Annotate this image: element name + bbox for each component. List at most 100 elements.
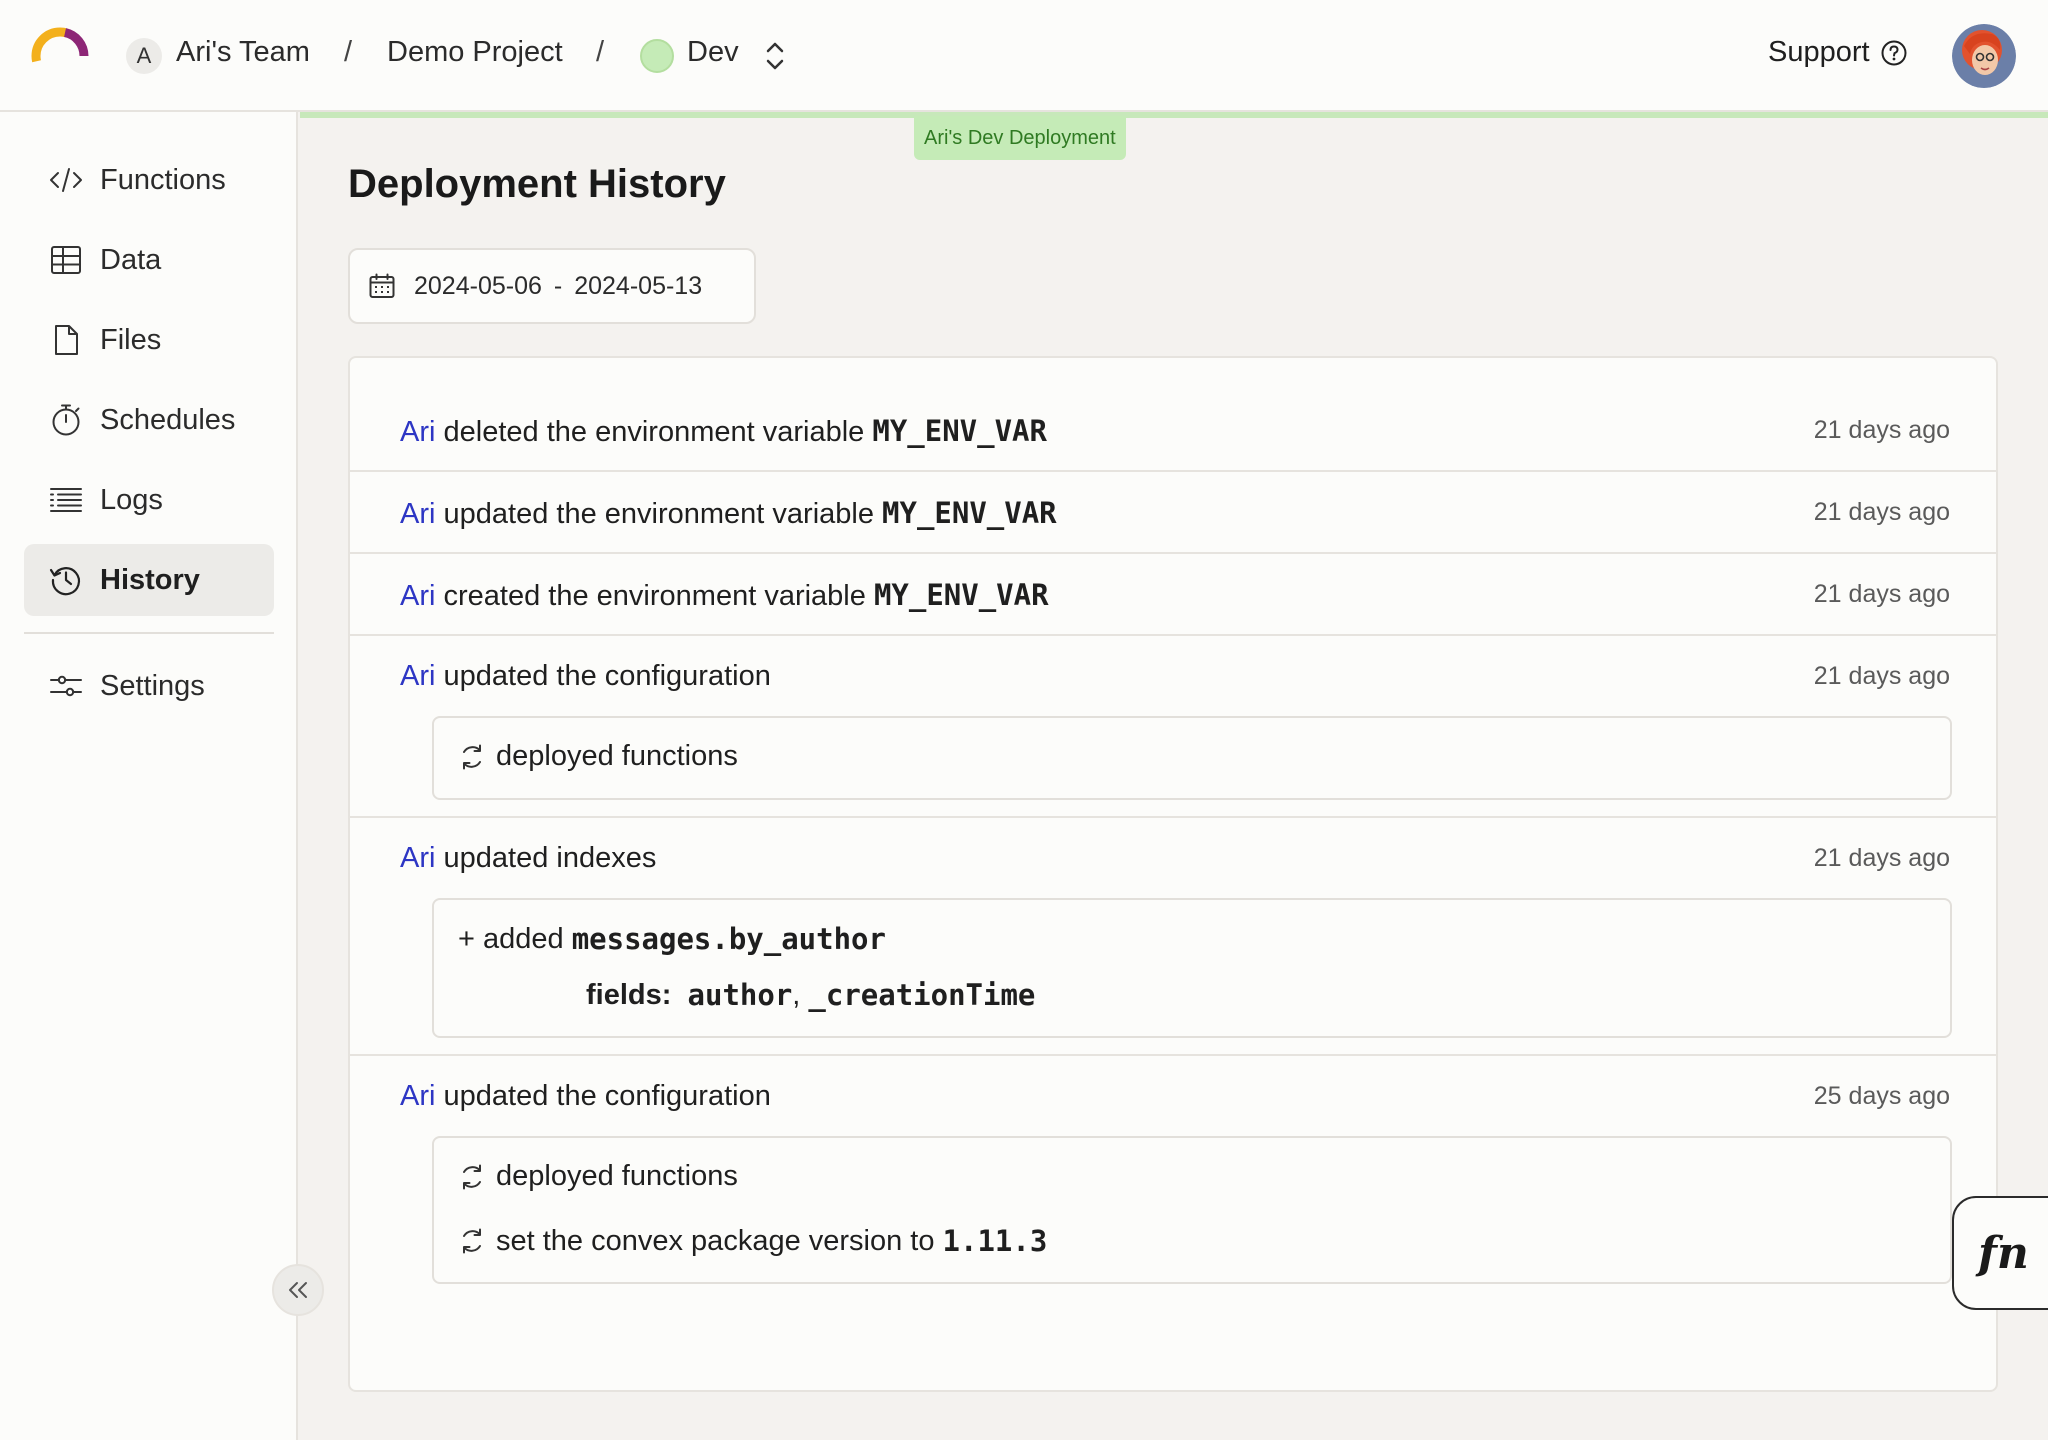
support-button[interactable]: Support [1768,36,1908,69]
detail-line: deployed functions [458,740,738,773]
detail-text: deployed functions [496,740,738,772]
sidebar-item-label: Files [100,323,162,356]
chevron-up-down-icon[interactable] [760,38,790,74]
date-range-picker[interactable]: 2024-05-06 - 2024-05-13 [348,248,756,324]
date-range-start: 2024-05-06 [414,271,542,300]
sidebar-divider [24,632,274,634]
refresh-icon [463,744,481,769]
code-icon [50,168,82,192]
index-name: messages.by_author [571,922,886,956]
entry-time: 21 days ago [1813,416,1950,444]
refresh-icon [463,1164,481,1189]
sidebar-item-history[interactable]: History [24,544,274,616]
detail-text: deployed functions [496,1160,738,1192]
top-bar: A Ari's Team / Demo Project / Dev Suppor… [0,0,2048,112]
entry-action: deleted the environment variable [443,416,865,448]
index-fields-line: fields: author , _creationTime [586,978,1035,1012]
convex-logo[interactable] [30,26,90,86]
actor-name[interactable]: Ari [400,580,435,612]
sidebar-item-label: Logs [100,483,163,516]
sidebar-item-label: History [100,563,200,596]
calendar-icon [369,273,395,298]
sidebar: Functions Data Files Schedules Logs Hist… [0,112,298,1440]
function-runner-button[interactable]: fn [1952,1196,2048,1310]
date-range-dash: - [553,271,563,300]
actor-name[interactable]: Ari [400,1080,435,1112]
table-icon [51,246,81,274]
breadcrumb-team[interactable]: Ari's Team [176,36,310,69]
entry-details: deployed functions [432,716,1952,800]
file-icon [55,325,78,355]
entry-target: MY_ENV_VAR [872,414,1047,448]
actor-name[interactable]: Ari [400,498,435,530]
sidebar-item-schedules[interactable]: Schedules [24,384,274,456]
actor-name[interactable]: Ari [400,416,435,448]
index-field: author [687,978,793,1012]
support-label: Support [1768,36,1870,68]
page-title: Deployment History [348,162,726,206]
entry-target: MY_ENV_VAR [873,578,1049,612]
breadcrumb-separator: / [596,36,605,68]
refresh-icon [463,1228,481,1254]
date-range-end: 2024-05-13 [574,271,703,300]
entry-time: 21 days ago [1813,844,1950,872]
entry-action: updated the configuration [443,660,771,692]
row-divider [350,470,1996,472]
index-added-line: + added messages.by_author [458,922,886,956]
package-version: 1.11.3 [942,1224,1048,1258]
breadcrumb-project[interactable]: Demo Project [387,36,563,69]
history-entry: Ari updated indexes [400,842,656,875]
user-avatar[interactable] [1952,24,2016,88]
entry-action: updated indexes [443,842,657,874]
sidebar-item-functions[interactable]: Functions [24,144,274,216]
deployment-color-bar [300,112,2048,118]
sidebar-item-label: Data [100,243,162,276]
list-icon [50,488,82,512]
breadcrumb-separator: / [344,36,353,68]
sidebar-item-logs[interactable]: Logs [24,464,274,536]
entry-time: 21 days ago [1813,662,1950,690]
row-divider [350,1054,1996,1056]
sidebar-item-files[interactable]: Files [24,304,274,376]
row-divider [350,634,1996,636]
row-divider [350,816,1996,818]
sliders-icon [50,675,82,697]
index-fields-label: fields: [586,978,672,1011]
entry-details: + added messages.by_author fields: autho… [432,898,1952,1038]
history-entry: Ari updated the configuration [400,660,771,693]
entry-action: created the environment variable [443,580,866,612]
chevrons-left-icon [289,1282,307,1298]
stopwatch-icon [52,404,80,436]
actor-name[interactable]: Ari [400,842,435,874]
breadcrumb-deployment[interactable]: Dev [687,36,739,69]
entry-action: updated the configuration [443,1080,771,1112]
deployment-color-dot [640,39,674,73]
entry-target: MY_ENV_VAR [882,496,1057,530]
row-divider [350,552,1996,554]
entry-details: deployed functions set the convex packag… [432,1136,1952,1284]
history-entry: Ari updated the configuration [400,1080,771,1113]
history-entry: Ari updated the environment variable MY_… [400,496,1057,531]
actor-name[interactable]: Ari [400,660,435,692]
detail-text: set the convex package version to [496,1224,935,1257]
detail-line: deployed functions [458,1160,738,1193]
entry-time: 25 days ago [1813,1082,1950,1110]
question-circle-icon [1881,40,1907,65]
team-avatar: A [126,38,162,74]
sidebar-item-settings[interactable]: Settings [24,650,274,722]
history-icon [49,567,81,596]
detail-line: set the convex package version to 1.11.3 [458,1224,1047,1258]
sidebar-item-data[interactable]: Data [24,224,274,296]
index-field: _creationTime [808,978,1036,1012]
index-field-comma: , [792,978,801,1011]
entry-action: updated the environment variable [443,498,874,530]
deployment-tag: Ari's Dev Deployment [914,116,1126,160]
sidebar-item-label: Settings [100,669,205,702]
index-added-label: + added [458,922,564,955]
entry-time: 21 days ago [1813,580,1950,608]
sidebar-item-label: Functions [100,163,226,196]
history-entry: Ari deleted the environment variable MY_… [400,414,1047,449]
collapse-sidebar-button[interactable] [272,1264,324,1316]
history-entry: Ari created the environment variable MY_… [400,578,1049,613]
history-list: Ari deleted the environment variable MY_… [348,356,1998,1392]
